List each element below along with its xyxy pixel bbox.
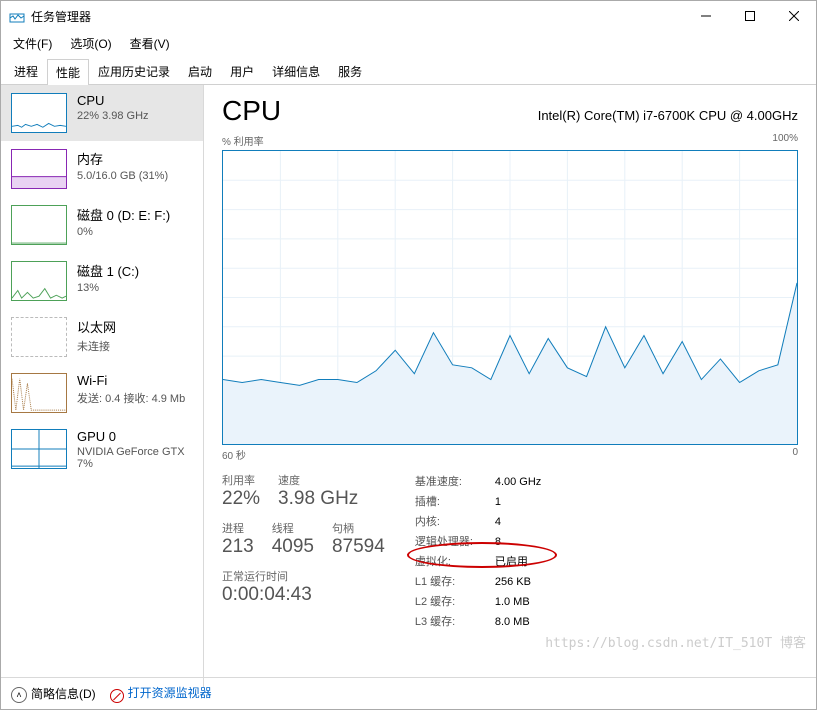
sidebar-item-ethernet[interactable]: 以太网未连接 (1, 309, 203, 365)
disk-spark-icon (11, 205, 67, 245)
sidebar-item-cpu[interactable]: CPU 22% 3.98 GHz (1, 85, 203, 141)
spec-lp-k: 逻辑处理器: (415, 532, 485, 552)
disk-spark-icon (11, 261, 67, 301)
sidebar-item-label: 以太网 (77, 317, 116, 336)
tab-users[interactable]: 用户 (221, 58, 263, 84)
tab-performance[interactable]: 性能 (47, 59, 89, 85)
maximize-button[interactable] (728, 1, 772, 31)
detail-pane: CPU Intel(R) Core(TM) i7-6700K CPU @ 4.0… (204, 85, 816, 687)
resmon-icon (110, 689, 124, 703)
chevron-up-icon: ˄ (11, 687, 27, 703)
minimize-button[interactable] (684, 1, 728, 31)
sidebar-item-disk0[interactable]: 磁盘 0 (D: E: F:) 0% (1, 197, 203, 253)
spec-virt-v: 已启用 (495, 552, 528, 572)
spec-l2-v: 1.0 MB (495, 592, 530, 612)
spec-socket-v: 1 (495, 492, 501, 512)
sidebar-item-label: 内存 (77, 149, 168, 168)
sidebar-item-label: CPU (77, 93, 149, 108)
spec-table: 基准速度:4.00 GHz 插槽:1 内核:4 逻辑处理器:8 虚拟化:已启用 … (415, 472, 541, 632)
sidebar-item-sub: 5.0/16.0 GB (31%) (77, 170, 168, 182)
tab-services[interactable]: 服务 (329, 58, 371, 84)
spec-core-k: 内核: (415, 512, 485, 532)
ethernet-spark-icon (11, 317, 67, 357)
brief-toggle[interactable]: ˄简略信息(D) (11, 685, 96, 703)
menubar: 文件(F) 选项(O) 查看(V) (1, 31, 816, 58)
app-icon (9, 8, 25, 24)
bottombar: ˄简略信息(D) 打开资源监视器 (1, 677, 816, 709)
spec-core-v: 4 (495, 512, 501, 532)
stat-thread-value: 4095 (272, 536, 314, 558)
tab-details[interactable]: 详细信息 (263, 58, 329, 84)
sidebar-item-sub: 22% 3.98 GHz (77, 110, 149, 122)
sidebar-item-sub: 13% (77, 282, 139, 294)
wifi-spark-icon (11, 373, 67, 413)
stat-speed-label: 速度 (278, 472, 358, 488)
sidebar-item-label: Wi-Fi (77, 373, 185, 388)
cpu-model: Intel(R) Core(TM) i7-6700K CPU @ 4.00GHz (538, 108, 798, 123)
sidebar-item-sub: 未连接 (77, 338, 116, 354)
memory-spark-icon (11, 149, 67, 189)
sidebar-item-memory[interactable]: 内存 5.0/16.0 GB (31%) (1, 141, 203, 197)
detail-title: CPU (222, 95, 281, 127)
y-axis-max: 100% (772, 133, 798, 148)
spec-base-k: 基准速度: (415, 472, 485, 492)
spec-virt-k: 虚拟化: (415, 552, 485, 572)
sidebar-item-sub: 发送: 0.4 接收: 4.9 Mb (77, 390, 185, 406)
gpu-spark-icon (11, 429, 67, 469)
tab-strip: 进程 性能 应用历史记录 启动 用户 详细信息 服务 (1, 58, 816, 85)
spec-l1-v: 256 KB (495, 572, 531, 592)
watermark: https://blog.csdn.net/IT_510T 博客 (545, 632, 806, 651)
sidebar-item-disk1[interactable]: 磁盘 1 (C:) 13% (1, 253, 203, 309)
stat-handle-value: 87594 (332, 536, 385, 558)
y-axis-label: % 利用率 (222, 133, 264, 148)
tab-processes[interactable]: 进程 (5, 58, 47, 84)
menu-options[interactable]: 选项(O) (64, 33, 117, 54)
tab-app-history[interactable]: 应用历史记录 (89, 58, 179, 84)
titlebar: 任务管理器 (1, 1, 816, 31)
menu-view[interactable]: 查看(V) (124, 33, 176, 54)
sidebar: CPU 22% 3.98 GHz 内存 5.0/16.0 GB (31%) 磁盘 0… (1, 85, 204, 687)
sidebar-item-wifi[interactable]: Wi-Fi 发送: 0.4 接收: 4.9 Mb (1, 365, 203, 421)
open-resmon[interactable]: 打开资源监视器 (110, 684, 212, 704)
spec-l1-k: L1 缓存: (415, 572, 485, 592)
spec-socket-k: 插槽: (415, 492, 485, 512)
stat-proc-value: 213 (222, 536, 254, 558)
close-button[interactable] (772, 1, 816, 31)
spec-l3-v: 8.0 MB (495, 612, 530, 632)
sidebar-item-gpu0[interactable]: GPU 0 NVIDIA GeForce GTX 7% (1, 421, 203, 478)
stat-thread-label: 线程 (272, 520, 314, 536)
menu-file[interactable]: 文件(F) (7, 33, 58, 54)
cpu-chart[interactable] (222, 150, 798, 445)
sidebar-item-label: 磁盘 1 (C:) (77, 261, 139, 280)
stat-uptime-value: 0:00:04:43 (222, 584, 385, 606)
stat-uptime-label: 正常运行时间 (222, 568, 385, 584)
sidebar-item-sub: 0% (77, 226, 170, 238)
spec-l2-k: L2 缓存: (415, 592, 485, 612)
x-axis-left: 60 秒 (222, 447, 246, 462)
stat-util-label: 利用率 (222, 472, 260, 488)
sidebar-item-sub: NVIDIA GeForce GTX 7% (77, 446, 195, 470)
window-title: 任务管理器 (31, 8, 684, 25)
stat-util-value: 22% (222, 488, 260, 510)
stat-handle-label: 句柄 (332, 520, 385, 536)
tab-startup[interactable]: 启动 (179, 58, 221, 84)
x-axis-right: 0 (792, 447, 798, 462)
sidebar-item-label: 磁盘 0 (D: E: F:) (77, 205, 170, 224)
spec-lp-v: 8 (495, 532, 501, 552)
cpu-spark-icon (11, 93, 67, 133)
sidebar-item-label: GPU 0 (77, 429, 195, 444)
spec-base-v: 4.00 GHz (495, 472, 541, 492)
stat-proc-label: 进程 (222, 520, 254, 536)
stat-speed-value: 3.98 GHz (278, 488, 358, 510)
spec-l3-k: L3 缓存: (415, 612, 485, 632)
